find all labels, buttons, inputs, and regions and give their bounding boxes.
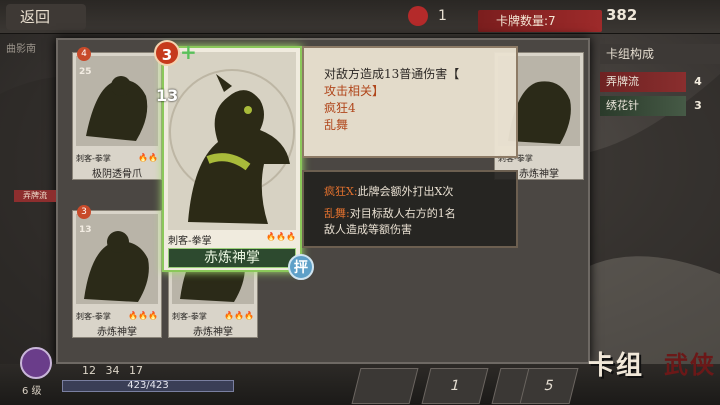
keyword-name: 疯狂X: — [324, 185, 358, 198]
game-screen: 返回 1 卡牌数量:7 382 曲影南 4 25 刺客-拳掌 🔥🔥 极阴透骨爪 弄… — [0, 0, 720, 405]
plus-icon: + — [180, 40, 197, 64]
keyword-line-2: 乱舞:对目标敌人右方的1名 — [324, 206, 516, 222]
player-stats: 12 34 17 — [82, 364, 143, 377]
hp-bar: 423/423 — [62, 380, 234, 392]
skill-slot[interactable] — [351, 368, 419, 404]
selected-card[interactable]: 3 + 13 刺客-拳掌 🔥🔥🔥 赤炼神掌 抨 — [154, 40, 314, 280]
keyword-text: 此牌会额外打出X次 — [357, 185, 454, 198]
deck-row-xiuhuazhen[interactable]: 绣花针 3 — [600, 96, 702, 116]
deck-composition-title: 卡组构成 — [600, 44, 720, 64]
cost-badge: 3 — [154, 40, 180, 66]
skill-slot[interactable]: 5 — [519, 368, 579, 404]
keyword-line-3: 敌人造成等额伤害 — [324, 223, 412, 236]
card-name: 赤炼神掌 — [168, 248, 296, 268]
upgrade-button[interactable]: 抨 — [288, 254, 314, 280]
flame-icons: 🔥🔥🔥 — [266, 232, 296, 241]
keyword-line-1: 疯狂X:此牌会额外打出X次 — [324, 184, 516, 200]
card-type-row: 刺客-拳掌 🔥🔥 — [76, 153, 158, 164]
deck-button[interactable]: 卡组 — [588, 345, 644, 382]
player-level: 6 级 — [22, 386, 42, 397]
gold-amount: 382 — [606, 6, 638, 24]
back-button[interactable]: 返回 — [6, 4, 86, 30]
attack-value: 13 — [156, 86, 179, 105]
flame-icons: 🔥🔥🔥 — [224, 311, 254, 320]
red-orb-icon — [408, 6, 428, 26]
card-art — [168, 52, 296, 230]
card-count-badge: 卡牌数量:7 — [478, 10, 602, 32]
keyword-rampage: 乱舞 — [324, 118, 349, 132]
avatar[interactable] — [20, 347, 52, 379]
deck-row-count: 3 — [694, 99, 702, 112]
archetype-tag: 弄牌流 — [14, 190, 56, 202]
deck-row-label: 弄牌流 — [606, 75, 639, 88]
background-label: 曲影南 — [6, 44, 36, 55]
card-type-row: 刺客-拳掌 🔥🔥🔥 — [172, 311, 254, 322]
card-type: 刺客-拳掌 — [168, 236, 212, 247]
wuxia-button[interactable]: 武侠 — [664, 345, 716, 380]
attack-value: 13 — [79, 225, 92, 235]
card-name: 赤炼神掌 — [193, 327, 233, 338]
skill-slot[interactable]: 1 — [421, 368, 489, 404]
flame-icons: 🔥🔥🔥 — [128, 311, 158, 320]
description-text: 对敌方造成13普通伤害【 — [324, 67, 460, 81]
description-line: 攻击相关】 — [324, 84, 385, 98]
card-slot-2[interactable]: 3 13 刺客-拳掌 🔥🔥🔥 赤炼神掌 — [72, 205, 162, 338]
card-type: 刺客-拳掌 — [76, 312, 111, 321]
description-line: 对敌方造成13普通伤害【 — [324, 66, 516, 83]
flame-icons: 🔥🔥 — [138, 153, 158, 162]
keyword-text: 对目标敌人右方的1名 — [349, 207, 456, 220]
deck-row-nongpai[interactable]: 弄牌流 4 — [600, 72, 702, 92]
card-type: 刺客-拳掌 — [172, 312, 207, 321]
card-description: 对敌方造成13普通伤害【 攻击相关】 疯狂4 乱舞 — [302, 46, 518, 158]
deck-row-label: 绣花针 — [606, 99, 639, 112]
top-bar: 返回 1 卡牌数量:7 382 — [0, 0, 720, 34]
deck-row-count: 4 — [694, 75, 702, 88]
cost-badge: 4 — [77, 47, 91, 61]
card-name: 极阴透骨爪 — [92, 169, 142, 180]
keyword-frenzy: 疯狂4 — [324, 101, 356, 115]
card-name: 赤炼神掌 — [97, 327, 137, 338]
keyword-explanation: 疯狂X:此牌会额外打出X次 乱舞:对目标敌人右方的1名 敌人造成等额伤害 — [302, 170, 518, 248]
gen-value: 1 — [438, 8, 447, 24]
card-type-row: 刺客-拳掌 🔥🔥🔥 — [168, 232, 296, 247]
card-type-row: 刺客-拳掌 🔥🔥🔥 — [76, 311, 158, 322]
card-type: 刺客-拳掌 — [76, 154, 111, 163]
cost-badge: 3 — [77, 205, 91, 219]
attack-value: 25 — [79, 67, 92, 77]
gen-counter: 1 — [408, 6, 447, 26]
keyword-name: 乱舞: — [324, 207, 350, 220]
card-slot-1[interactable]: 4 25 刺客-拳掌 🔥🔥 极阴透骨爪 — [72, 47, 162, 180]
